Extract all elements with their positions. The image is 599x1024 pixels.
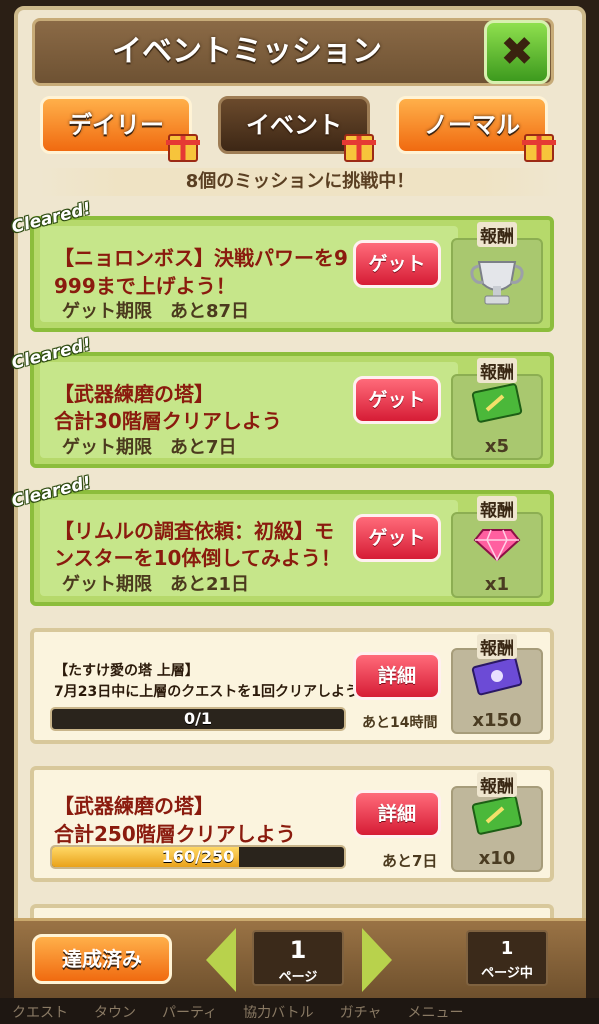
reward-header: 報酬: [477, 222, 517, 247]
nav-item-town[interactable]: タウン: [94, 1002, 136, 1022]
completed-button[interactable]: 達成済み: [32, 934, 172, 984]
nav-item-party[interactable]: パーティ: [162, 1002, 217, 1022]
details-button-label: 詳細: [377, 665, 416, 687]
claim-button[interactable]: ゲット: [353, 240, 441, 288]
close-button[interactable]: ✖: [484, 20, 550, 84]
claim-button-label: ゲット: [368, 527, 426, 549]
pink-gem-icon: [473, 529, 521, 562]
progress-text: 0/1: [183, 709, 213, 728]
reward-header: 報酬: [477, 496, 517, 521]
progress-bar: 160/250: [50, 845, 346, 869]
close-icon: ✖: [500, 29, 534, 75]
progress-bar: 0/1: [50, 707, 346, 731]
details-button-label: 詳細: [377, 803, 416, 825]
time-left: あと14時間: [362, 715, 438, 731]
reward-header: 報酬: [477, 772, 517, 797]
mission-title-line2: 7月23日中に上層のクエストを1回クリアしよう: [54, 684, 359, 700]
mission-deadline: ゲット期限 あと7日: [62, 437, 237, 458]
gift-icon: [342, 134, 376, 162]
mission-title: 【ニョロンボス】決戦パワーを9: [54, 246, 348, 270]
mission-title: 【武器練磨の塔】: [54, 794, 214, 818]
time-left: あと7日: [382, 852, 438, 870]
page-title: イベントミッション: [112, 34, 382, 69]
page-total-box: 1 ページ中: [466, 930, 548, 986]
bottom-nav: クエスト タウン パーティ 協力バトル ガチャ メニュー: [0, 998, 599, 1024]
page-current: 1: [289, 936, 307, 964]
prev-page-arrow-icon[interactable]: [206, 928, 236, 992]
mission-title-line2: ンスターを10体倒してみよう！: [54, 546, 341, 570]
mission-deadline: ゲット期限 あと21日: [62, 574, 250, 595]
nav-item-menu[interactable]: メニュー: [407, 1002, 463, 1022]
mission-title: 【リムルの調査依頼：初級】モ: [54, 519, 334, 543]
nav-item-quest[interactable]: クエスト: [12, 1002, 68, 1022]
silver-trophy-icon: [470, 261, 524, 305]
page-indicator: 1 ページ: [252, 930, 344, 986]
green-ticket-icon: [471, 383, 523, 423]
reward-count: x10: [478, 848, 516, 869]
mission-title: 【武器練磨の塔】: [54, 382, 214, 406]
completed-button-label: 達成済み: [62, 947, 142, 971]
details-button[interactable]: 詳細: [353, 652, 441, 700]
gift-icon: [166, 134, 200, 162]
reward-count: x150: [472, 710, 522, 731]
nav-item-gacha[interactable]: ガチャ: [340, 1002, 382, 1022]
mission-title-line2: 999まで上げよう！: [54, 274, 236, 298]
claim-button-label: ゲット: [368, 253, 426, 275]
page-total: 1: [500, 938, 514, 959]
gift-icon: [522, 134, 556, 162]
page-label: ページ: [278, 970, 318, 985]
reward-count: x5: [484, 436, 510, 457]
page-total-label: ページ中: [481, 966, 533, 981]
reward-box: [451, 238, 543, 324]
progress-text: 160/250: [161, 847, 235, 866]
claim-button[interactable]: ゲット: [353, 376, 441, 424]
mission-summary: 8個のミッションに挑戦中！: [40, 168, 560, 196]
claim-button-label: ゲット: [368, 389, 426, 411]
reward-header: 報酬: [477, 358, 517, 383]
claim-button[interactable]: ゲット: [353, 514, 441, 562]
mission-title: 【たすけ愛の塔 上層】: [54, 663, 199, 679]
reward-header: 報酬: [477, 634, 517, 659]
mission-title-line2: 合計30階層クリアしよう: [54, 409, 282, 433]
mission-deadline: ゲット期限 あと87日: [62, 301, 250, 322]
reward-count: x1: [484, 574, 510, 595]
next-page-arrow-icon[interactable]: [362, 928, 392, 992]
nav-item-coop-battle[interactable]: 協力バトル: [243, 1002, 313, 1022]
mission-title-line2: 合計250階層クリアしよう: [54, 822, 296, 846]
details-button[interactable]: 詳細: [353, 790, 441, 838]
